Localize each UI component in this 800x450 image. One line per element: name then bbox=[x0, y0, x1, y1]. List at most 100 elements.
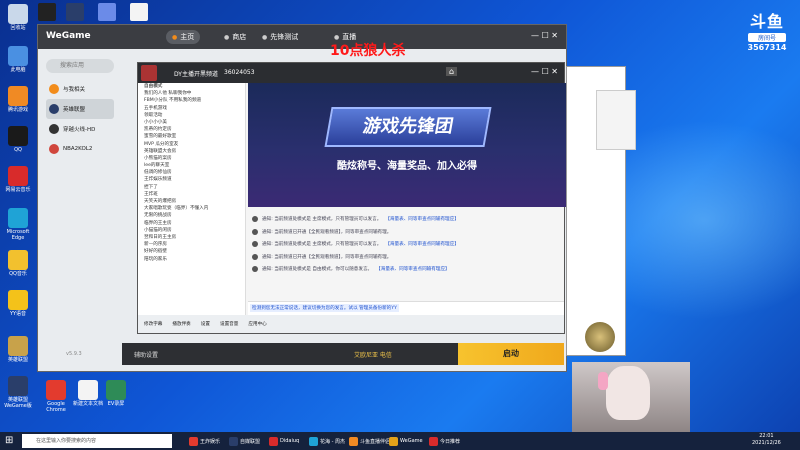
home-icon[interactable]: ⌂ bbox=[446, 67, 458, 76]
server-select[interactable]: 艾欧尼亚 电信 bbox=[354, 350, 392, 359]
channel-row[interactable]: 蜜雪的最好歌室 bbox=[138, 133, 245, 140]
taskbar-item-label: WeGame bbox=[400, 438, 423, 444]
channel-row[interactable]: 新—的序房 bbox=[138, 241, 245, 248]
event-banner[interactable]: 游戏先锋团 酷炫称号、海量奖品、加入必得 bbox=[248, 83, 566, 207]
clock-time: 22:01 bbox=[759, 433, 774, 439]
channel-row[interactable]: 小熊猫的案房 bbox=[138, 155, 245, 162]
toolbar-button[interactable]: 设置音量 bbox=[220, 321, 238, 327]
app-icon bbox=[8, 290, 28, 310]
taskbar: ⊞ 在这里输入你要搜索的内容 王炸娱乐 自媒联盟 Didaiuq 花海 - 周杰 斗鱼直… bbox=[0, 432, 800, 450]
channel-row[interactable]: 小小小小美 bbox=[138, 119, 245, 126]
sidebar-item-label: 与我相关 bbox=[63, 87, 86, 93]
taskbar-item[interactable]: 王炸娱乐 bbox=[186, 434, 223, 448]
tab-label: 先锋测试 bbox=[270, 33, 299, 41]
toolbar-button[interactable]: 设置 bbox=[201, 321, 210, 327]
launch-button[interactable]: 启动 bbox=[458, 343, 564, 365]
notice-text: 通知: 当前频道处模式是 自由模式，你可以随意发言。 bbox=[262, 267, 373, 273]
desktop-icon[interactable]: 回收站 bbox=[0, 4, 36, 31]
channel-row[interactable]: 低调的修仙房 bbox=[138, 169, 245, 176]
sidebar-item-label: 穿越火线-HD bbox=[63, 127, 96, 133]
channel-row[interactable]: 我们的人他 私聊我你中 bbox=[138, 90, 245, 97]
info-icon bbox=[252, 228, 258, 235]
taskbar-app-icon[interactable] bbox=[38, 3, 56, 21]
streamer-figure bbox=[606, 366, 650, 420]
toolbar-button[interactable]: 播放伴奏 bbox=[172, 321, 190, 327]
desktop-icon[interactable]: Microsoft Edge bbox=[0, 208, 36, 241]
desktop-icon[interactable]: EV录屏 bbox=[98, 380, 134, 407]
tab-store[interactable]: ● 商店 bbox=[218, 30, 252, 44]
rank-badge-icon bbox=[585, 322, 615, 352]
sidebar-item[interactable]: 与我相关 bbox=[46, 79, 114, 99]
launch-bar: 辅助设置 艾欧尼亚 电信 启动 bbox=[122, 343, 564, 365]
lol-icon[interactable] bbox=[66, 3, 84, 21]
desktop-icon[interactable]: YY语音 bbox=[0, 290, 36, 317]
taskbar-item[interactable]: 自媒联盟 bbox=[226, 434, 263, 448]
app-icon bbox=[46, 380, 66, 400]
desktop-icon[interactable]: 网易云音乐 bbox=[0, 166, 36, 193]
wegame-titlebar: WeGame ● 主页 ● 商店 ● 先锋测试 ● 直播 — ☐ ✕ bbox=[38, 25, 566, 49]
wegame-sidebar: 搜索应用 与我相关英雄联盟穿越火线-HD NBA2KOL2 bbox=[46, 59, 114, 359]
yy-titlebar: DY主播开黑频道 36024053 ⌂ — ☐ ✕ bbox=[138, 63, 564, 83]
tab-home[interactable]: ● 主页 bbox=[166, 30, 201, 44]
message-input[interactable]: 检测到您无法正常说话，建议切换为您的发言。试以 管理员备份新的YY bbox=[248, 301, 564, 315]
tab-label: 主页 bbox=[180, 33, 195, 41]
channel-row[interactable]: 英雄联盟大会房 bbox=[138, 148, 245, 155]
channel-row[interactable]: 王炸娱乐频道 bbox=[138, 176, 245, 183]
store-icon: ● bbox=[224, 33, 230, 41]
toolbar-button[interactable]: 应用中心 bbox=[248, 321, 266, 327]
app-icon bbox=[389, 436, 398, 446]
channel-row[interactable]: 好好的宿壁 bbox=[138, 248, 245, 255]
channel-row[interactable]: MVP 瓜分的室友 bbox=[138, 141, 245, 148]
channel-row[interactable]: 小猫猫的闲房 bbox=[138, 227, 245, 234]
app-icon bbox=[106, 380, 126, 400]
notice-link[interactable]: 【海量表、同等审查点同输有理应】 bbox=[376, 266, 450, 272]
channel-row[interactable]: 天笑天的爆把房 bbox=[138, 198, 245, 205]
taskbar-item[interactable]: 今日推荐 bbox=[426, 434, 463, 448]
channel-row[interactable]: 捏下了 bbox=[138, 184, 245, 191]
toolbar-button[interactable]: 修改字幕 bbox=[144, 321, 162, 327]
desktop-icon[interactable]: 英雄联盟 WeGame版 bbox=[0, 376, 36, 409]
windows-start-icon[interactable]: ⊞ bbox=[5, 435, 13, 446]
assist-settings-button[interactable]: 辅助设置 bbox=[134, 350, 158, 359]
desktop-icon[interactable]: 此电脑 bbox=[0, 46, 36, 73]
taskbar-item[interactable]: WeGame bbox=[386, 434, 426, 448]
channel-row[interactable]: 无限的挑战房 bbox=[138, 212, 245, 219]
channel-row[interactable]: 翌和日的王主房 bbox=[138, 234, 245, 241]
channel-row[interactable]: FBM小分队 不用私我的频道 bbox=[138, 97, 245, 104]
notice-link[interactable]: 【海量表、同等审查点同输有理应】 bbox=[385, 241, 459, 247]
sidebar-item[interactable]: 英雄联盟 bbox=[46, 99, 114, 119]
channel-row[interactable]: 临界的王主房 bbox=[138, 220, 245, 227]
window-controls-icon[interactable]: — ☐ ✕ bbox=[531, 31, 558, 40]
settings-icon[interactable] bbox=[98, 3, 116, 21]
webcam-feed bbox=[572, 362, 690, 432]
sidebar-item[interactable]: NBA2KOL2 bbox=[46, 139, 114, 159]
desktop-icon[interactable]: Google Chrome bbox=[38, 380, 74, 413]
banner-title: 游戏先锋团 bbox=[324, 107, 492, 147]
app-icon bbox=[429, 436, 438, 446]
sidebar-item[interactable]: 穿越火线-HD bbox=[46, 119, 114, 139]
stream-overlay-title: 10点狼人杀 bbox=[330, 43, 406, 59]
notice-item: 通知: 当前频道已开通【全民观看频道】，同等审查点同输有理。 bbox=[252, 251, 552, 264]
desktop-icon[interactable]: QQ bbox=[0, 126, 36, 153]
notice-item: 通知: 当前频道已开通【全民观看频道】，同等审查点同输有理。 bbox=[252, 226, 552, 239]
channel-row[interactable]: lee的聊天室 bbox=[138, 162, 245, 169]
notice-link[interactable]: 【海量表、同等审查点同输有理应】 bbox=[385, 216, 459, 222]
channel-row[interactable]: 王炸班 bbox=[138, 191, 245, 198]
channel-row[interactable]: 五手机游戏 bbox=[138, 105, 245, 112]
taskbar-item[interactable]: 花海 - 周杰 bbox=[306, 434, 348, 448]
file-icon[interactable] bbox=[130, 3, 148, 21]
channel-row[interactable]: 凯蒂的约定房 bbox=[138, 126, 245, 133]
taskbar-search-input[interactable]: 在这里输入你要搜索的内容 bbox=[22, 434, 172, 448]
channel-row[interactable]: 领取活动 bbox=[138, 112, 245, 119]
desktop-icon[interactable]: 腾讯游戏 bbox=[0, 86, 36, 113]
channel-row[interactable]: 陪玩的家乐 bbox=[138, 256, 245, 263]
tab-test[interactable]: ● 先锋测试 bbox=[256, 30, 304, 44]
douyu-watermark: 斗鱼 房间号 3567314 bbox=[742, 8, 792, 52]
window-controls-icon[interactable]: — ☐ ✕ bbox=[531, 67, 558, 76]
channel-row[interactable]: 大家唱歌玩耍（临界）不懂入内 bbox=[138, 205, 245, 212]
taskbar-item[interactable]: Didaiuq bbox=[266, 434, 302, 448]
desktop-icon[interactable]: QQ音乐 bbox=[0, 250, 36, 277]
search-input[interactable]: 搜索应用 bbox=[46, 59, 114, 73]
notice-text: 通知: 当前频道已开通【全民观看频道】，同等审查点同输有理。 bbox=[262, 254, 392, 260]
desktop-icon[interactable]: 英雄联盟 bbox=[0, 336, 36, 363]
